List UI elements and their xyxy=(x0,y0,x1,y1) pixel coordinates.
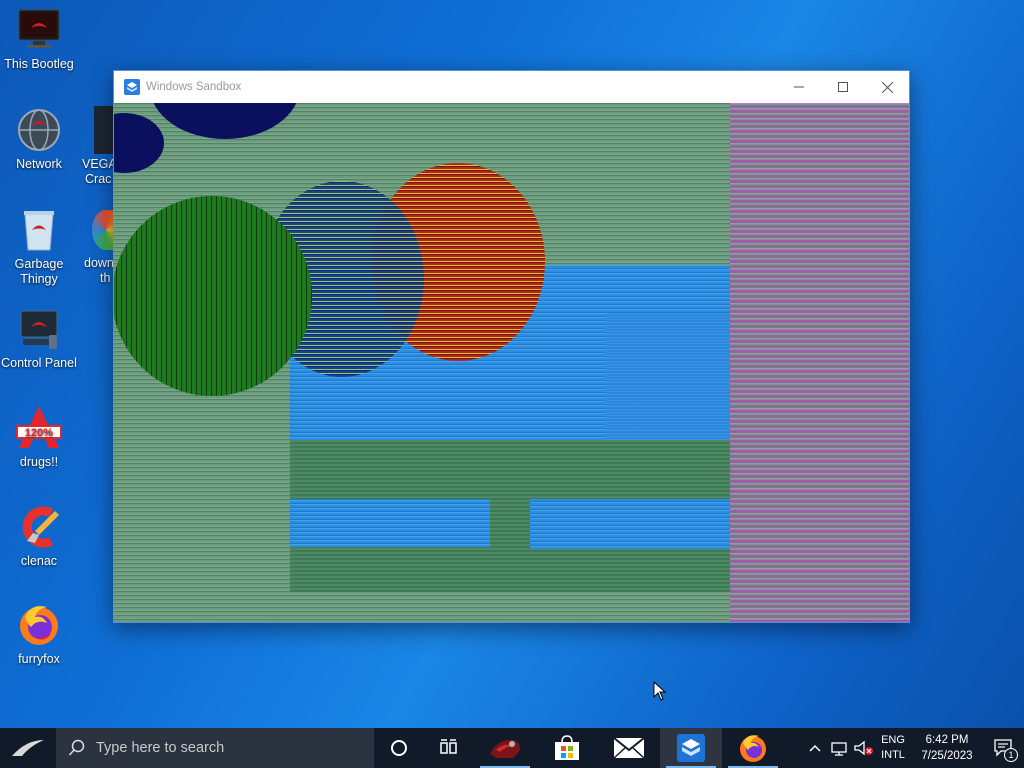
keyboard-layout: INTL xyxy=(881,749,905,761)
minimize-button[interactable] xyxy=(777,71,821,103)
input-language-indicator[interactable]: ENG INTL xyxy=(876,728,910,768)
cortana-button[interactable] xyxy=(374,728,424,768)
mouse-cursor-icon xyxy=(653,681,667,701)
clock[interactable]: 6:42 PM 7/25/2023 xyxy=(910,728,984,768)
window-titlebar[interactable]: Windows Sandbox xyxy=(114,71,909,103)
control-panel-icon xyxy=(20,310,58,349)
tray-overflow-button[interactable] xyxy=(802,728,828,768)
task-view-button[interactable] xyxy=(424,728,474,768)
search-icon xyxy=(68,739,85,756)
svg-text:120%: 120% xyxy=(25,427,53,439)
clock-time: 6:42 PM xyxy=(925,734,969,746)
desktop-icon-label: Garbage Thingy xyxy=(14,257,64,286)
maximize-icon xyxy=(838,82,848,92)
language-code: ENG xyxy=(881,734,905,746)
system-tray: ENG INTL 6:42 PM 7/25/2023 1 xyxy=(802,728,1024,768)
desktop-icon-label: Control Panel xyxy=(1,356,77,370)
sandbox-display-glitched[interactable] xyxy=(114,103,909,622)
chevron-up-icon xyxy=(809,744,821,752)
taskbar: Type here to search ENG INTL 6:42 PM 7/2… xyxy=(0,728,1024,768)
search-placeholder: Type here to search xyxy=(96,740,225,756)
ccleaner-icon xyxy=(22,506,59,548)
sandbox-icon xyxy=(124,79,140,95)
glitch-pink-band xyxy=(730,103,909,622)
minimize-icon xyxy=(794,86,804,88)
close-button[interactable] xyxy=(865,71,909,103)
desktop-icon-this-bootleg[interactable]: This Bootleg xyxy=(0,6,78,72)
glitch-blue-bar-left xyxy=(290,499,490,547)
computer-icon xyxy=(18,9,60,48)
network-globe-icon xyxy=(18,109,60,151)
sandbox-icon xyxy=(677,734,705,762)
desktop-icon-label: drugs!! xyxy=(19,455,59,469)
taskbar-store[interactable] xyxy=(536,728,598,768)
firefox-icon xyxy=(20,606,58,645)
desktop-icon-label: This Bootleg xyxy=(4,57,74,71)
desktop-icon-control-panel[interactable]: Control Panel xyxy=(0,305,78,371)
close-icon xyxy=(881,81,893,93)
desktop-icon-garbage-thingy[interactable]: Garbage Thingy xyxy=(0,206,78,287)
network-wired-icon xyxy=(831,742,847,756)
window-title: Windows Sandbox xyxy=(146,81,242,93)
tray-volume-button[interactable] xyxy=(852,728,876,768)
maximize-button[interactable] xyxy=(821,71,865,103)
taskbar-mail[interactable] xyxy=(598,728,660,768)
store-icon xyxy=(555,735,579,760)
desktop-icon-network[interactable]: Network xyxy=(0,106,78,172)
mail-icon xyxy=(613,737,645,759)
desktop-icon-furryfox[interactable]: furryfox xyxy=(0,601,78,667)
taskbar-firefox[interactable] xyxy=(722,728,784,768)
desktop-icon-label: Network xyxy=(16,157,62,171)
glitch-blue-bar-right xyxy=(530,499,730,549)
glitch-green-circle xyxy=(114,196,312,396)
sandbox-window[interactable]: Windows Sandbox xyxy=(113,70,910,623)
taskbar-sandbox[interactable] xyxy=(660,728,722,768)
desktop-icon-clenac[interactable]: clenac xyxy=(0,503,78,569)
task-view-icon xyxy=(440,739,457,754)
start-logo-icon xyxy=(12,740,44,756)
cortana-icon xyxy=(391,740,407,756)
firefox-icon xyxy=(740,735,766,762)
tray-network-button[interactable] xyxy=(828,728,852,768)
volume-muted-icon xyxy=(854,740,873,756)
start-button[interactable] xyxy=(0,728,56,768)
taskbar-rog-app[interactable] xyxy=(474,728,536,768)
action-center-button[interactable]: 1 xyxy=(984,728,1024,768)
desktop-icon-drugs[interactable]: 120% drugs!! xyxy=(0,404,78,470)
recycle-bin-icon xyxy=(24,211,54,251)
rog-app-icon xyxy=(490,739,520,758)
desktop-icon-label: clenac xyxy=(20,554,58,568)
desktop-icon-label: furryfox xyxy=(18,652,60,666)
acrobat-style-icon: 120% xyxy=(16,406,62,448)
glitch-window-logo xyxy=(606,313,730,443)
search-box[interactable]: Type here to search xyxy=(56,728,374,768)
notification-count-badge: 1 xyxy=(1004,748,1018,762)
clock-date: 7/25/2023 xyxy=(921,750,973,762)
